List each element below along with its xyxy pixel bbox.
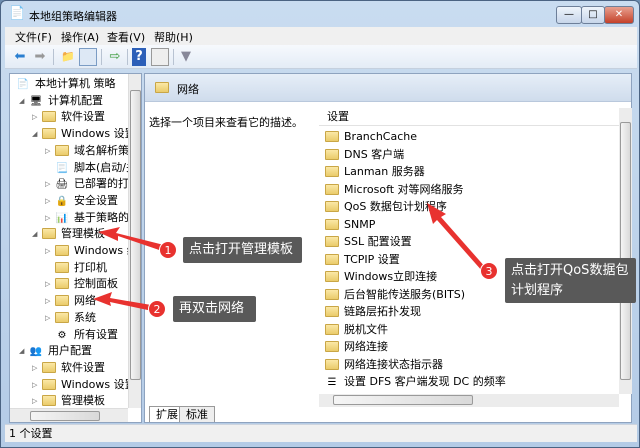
- annotation-callout-3: 点击打开QoS数据包计划程序: [505, 258, 636, 303]
- arrow-1: [98, 227, 168, 253]
- annotation-number-2: 2: [148, 300, 166, 318]
- annotation-callout-1: 点击打开管理模板: [183, 237, 302, 263]
- annotation-number-1: 1: [159, 241, 177, 259]
- annotation-arrows: [93, 203, 486, 312]
- annotation-number-3: 3: [480, 262, 498, 280]
- arrow-3: [427, 203, 486, 272]
- annotation-callout-2: 再双击网络: [173, 296, 256, 322]
